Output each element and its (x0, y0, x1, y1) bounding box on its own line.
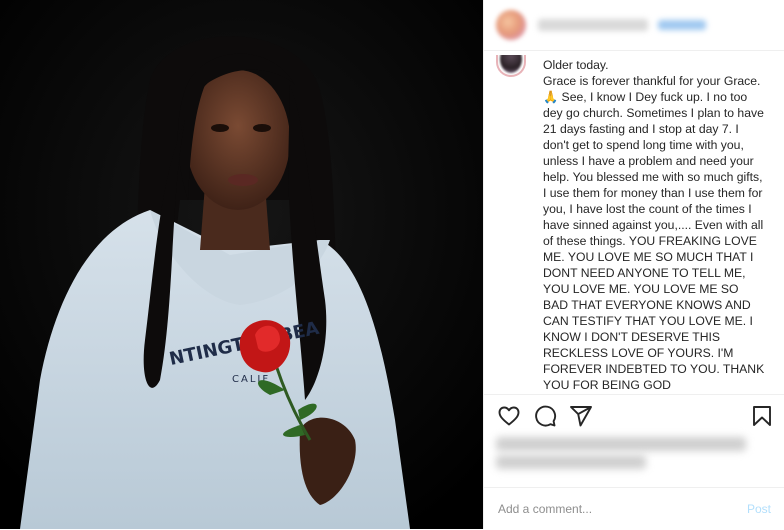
likes-redacted (494, 437, 750, 475)
post-side-panel: Older today. Grace is forever thankful f… (483, 0, 784, 529)
bookmark-icon[interactable] (750, 404, 774, 428)
username-redacted[interactable] (538, 19, 648, 31)
post-header (484, 0, 784, 51)
caption-text: Older today. Grace is forever thankful f… (543, 58, 765, 392)
portrait-illustration: NTINGTON BEA CALIF (0, 0, 483, 529)
share-icon[interactable] (569, 404, 593, 428)
post-button[interactable]: Post (747, 502, 771, 516)
caption-area: Older today. Grace is forever thankful f… (484, 51, 784, 394)
heart-icon[interactable] (497, 404, 521, 428)
comment-icon[interactable] (533, 404, 557, 428)
avatar[interactable] (496, 10, 526, 40)
follow-link-redacted[interactable] (658, 20, 706, 30)
post-photo[interactable]: NTINGTON BEA CALIF (0, 0, 483, 529)
caption-avatar[interactable] (496, 55, 526, 77)
comment-bar: Post (484, 487, 784, 530)
post-actions (484, 394, 784, 435)
post-dialog: NTINGTON BEA CALIF Older today. Grace is… (0, 0, 784, 529)
comment-input[interactable] (498, 502, 728, 516)
